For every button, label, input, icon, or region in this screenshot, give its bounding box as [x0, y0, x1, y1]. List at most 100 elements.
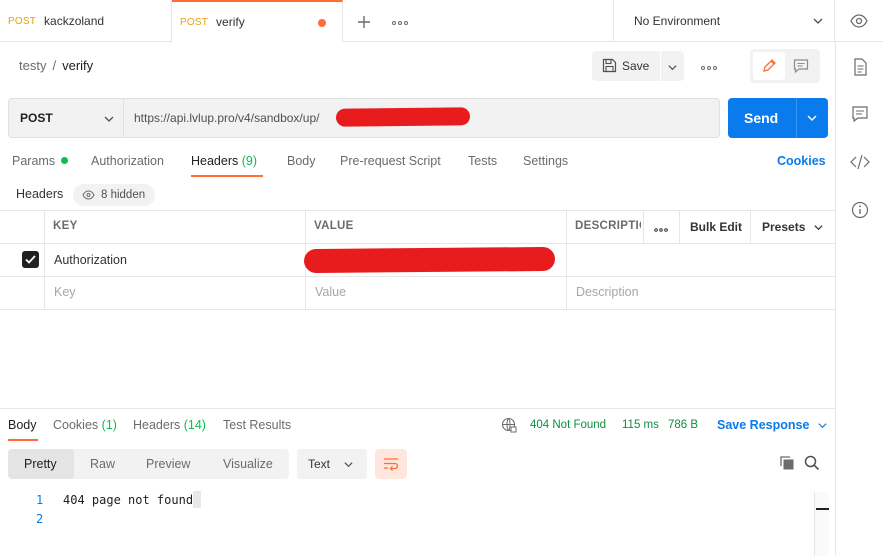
view-visualize[interactable]: Visualize [223, 457, 273, 471]
row-enabled-checkbox[interactable] [22, 251, 39, 268]
breadcrumb-request[interactable]: verify [62, 58, 93, 73]
breadcrumb: testy / verify [19, 58, 93, 73]
tab-method: POST [8, 15, 37, 27]
tab-bar: POST kackzoland POST verify No Environme… [0, 0, 883, 42]
hidden-headers-count: 8 hidden [101, 189, 146, 201]
eye-icon[interactable] [849, 12, 869, 30]
response-tab-cookies-label: Cookies [53, 418, 99, 432]
params-indicator-dot [61, 157, 69, 164]
line-number: 1 [36, 493, 44, 507]
request-tab-kackzoland[interactable]: POST kackzoland [0, 0, 172, 42]
view-preview[interactable]: Preview [146, 457, 190, 471]
format-select[interactable]: Text [297, 449, 367, 479]
wrap-lines-icon [383, 457, 399, 474]
save-label: Save [622, 59, 650, 73]
chevron-down-icon [103, 113, 115, 128]
pencil-icon [761, 58, 777, 77]
copy-icon[interactable] [779, 455, 795, 474]
more-tabs-icon[interactable] [391, 16, 409, 26]
send-label: Send [744, 110, 779, 126]
header-key-cell[interactable]: Authorization [54, 253, 127, 267]
edit-mode-button[interactable] [753, 52, 785, 80]
text-cursor-highlight [193, 491, 201, 508]
code-line[interactable]: 404 page not found [63, 493, 193, 507]
view-pretty[interactable]: Pretty [24, 457, 57, 471]
save-response-label: Save Response [717, 418, 810, 432]
view-mode-toggle [750, 49, 820, 83]
send-options-chevron-icon[interactable] [806, 112, 818, 127]
active-tab-indicator [8, 439, 38, 441]
column-header-description: DESCRIPTIO [575, 220, 641, 232]
breadcrumb-separator: / [52, 58, 57, 73]
method-select[interactable]: POST [8, 98, 124, 138]
cookies-link[interactable]: Cookies [777, 154, 826, 168]
right-sidebar [835, 42, 883, 556]
chevron-down-icon [343, 459, 354, 473]
code-snippet-icon[interactable] [836, 147, 883, 177]
tab-label: verify [216, 15, 245, 29]
presets-dropdown[interactable]: Presets [762, 220, 824, 234]
response-tab-body[interactable]: Body [8, 418, 37, 432]
response-tab-headers-label: Headers [133, 418, 181, 432]
line-number: 2 [36, 512, 44, 526]
tab-tests[interactable]: Tests [468, 154, 497, 168]
environment-label: No Environment [634, 14, 721, 28]
more-actions-icon[interactable] [700, 61, 718, 76]
method-label: POST [20, 111, 53, 125]
info-icon[interactable] [836, 195, 883, 225]
search-icon[interactable] [804, 455, 820, 474]
save-response-button[interactable]: Save Response [717, 418, 828, 432]
new-tab-plus-icon[interactable] [355, 13, 373, 31]
hidden-headers-toggle[interactable]: 8 hidden [73, 184, 156, 206]
redaction-mark [335, 107, 471, 127]
presets-label: Presets [762, 220, 806, 234]
redaction-mark [303, 246, 556, 274]
environment-selector[interactable]: No Environment [613, 0, 835, 42]
save-options-chevron-icon[interactable] [667, 61, 678, 76]
response-size[interactable]: 786 B [668, 419, 698, 431]
comment-mode-icon[interactable] [793, 58, 809, 77]
vertical-scrollbar[interactable] [814, 492, 829, 556]
wrap-lines-button[interactable] [375, 449, 407, 479]
column-options-icon[interactable] [653, 222, 669, 237]
response-tab-headers[interactable]: Headers (14) [133, 418, 206, 432]
save-icon [602, 58, 617, 76]
tab-headers-label: Headers [191, 154, 239, 168]
headers-count: (9) [241, 154, 258, 168]
new-key-input[interactable]: Key [54, 285, 76, 299]
bulk-edit-button[interactable]: Bulk Edit [690, 220, 742, 234]
column-header-value: VALUE [314, 220, 354, 232]
tab-method: POST [180, 16, 209, 28]
tab-params[interactable]: Params [12, 154, 69, 168]
response-tab-cookies[interactable]: Cookies (1) [53, 418, 117, 432]
tab-authorization[interactable]: Authorization [91, 154, 164, 168]
chevron-down-icon [817, 420, 828, 431]
view-raw[interactable]: Raw [90, 457, 115, 471]
tab-headers[interactable]: Headers (9) [191, 154, 257, 168]
save-button[interactable]: Save [592, 51, 684, 81]
tab-label: kackzoland [44, 14, 105, 28]
headers-section-label: Headers [16, 187, 64, 201]
new-description-input[interactable]: Description [576, 285, 639, 299]
response-tab-test-results[interactable]: Test Results [223, 418, 291, 432]
request-tab-verify[interactable]: POST verify [172, 0, 343, 42]
globe-network-icon[interactable] [501, 417, 517, 436]
response-headers-count: (14) [183, 418, 206, 432]
tab-pre-request-script[interactable]: Pre-request Script [340, 154, 441, 168]
cookies-count: (1) [101, 418, 117, 432]
active-tab-indicator [191, 175, 263, 177]
tab-settings[interactable]: Settings [523, 154, 568, 168]
scrollbar-marker [816, 508, 829, 510]
response-status[interactable]: 404 Not Found [530, 419, 606, 431]
comments-icon[interactable] [836, 99, 883, 129]
unsaved-dot-icon[interactable] [318, 19, 326, 27]
documentation-icon[interactable] [836, 52, 883, 82]
breadcrumb-collection[interactable]: testy [19, 58, 46, 73]
send-button[interactable]: Send [728, 98, 828, 138]
new-value-input[interactable]: Value [315, 285, 346, 299]
format-label: Text [308, 457, 331, 471]
chevron-down-icon [813, 222, 824, 233]
response-time[interactable]: 115 ms [622, 419, 659, 431]
eye-icon [82, 190, 95, 200]
tab-body[interactable]: Body [287, 154, 316, 168]
